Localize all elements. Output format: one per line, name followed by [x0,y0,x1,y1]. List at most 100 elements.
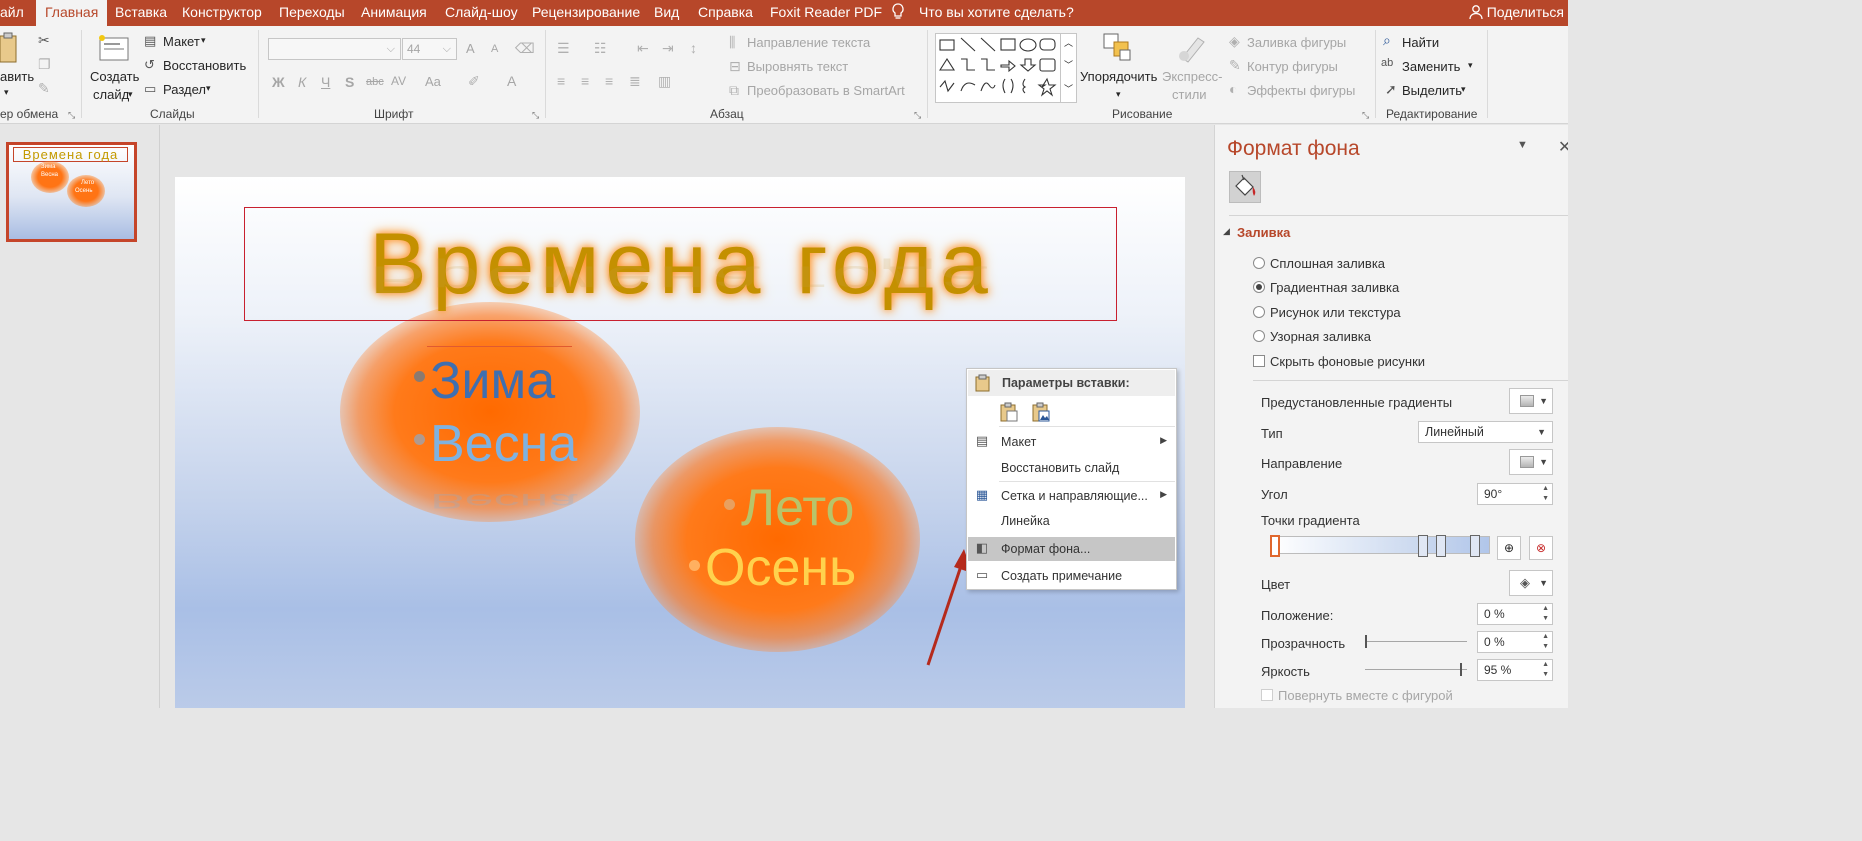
menu-item-format-background[interactable]: ◧ Формат фона... [968,537,1175,561]
paste-picture-icon[interactable] [1031,401,1051,423]
italic-button[interactable]: К [298,74,306,90]
cut-icon[interactable]: ✂ [38,32,50,49]
tab-foxit[interactable]: Foxit Reader PDF [770,0,882,26]
font-color-button[interactable]: A [507,73,516,89]
copy-icon[interactable]: ❐ [38,56,51,73]
spinner-arrows-icon[interactable]: ▲ ▼ [1542,632,1549,652]
slider-knob[interactable] [1460,663,1462,676]
drawing-launcher-icon[interactable]: ⤡ [1362,110,1369,121]
quick-styles-button[interactable]: Экспресс- стили [1160,32,1226,104]
font-size-combo[interactable]: 44 ⌵ [402,38,457,60]
tab-insert[interactable]: Вставка [115,0,167,26]
align-text-button[interactable]: Выровнять текст [747,59,848,74]
font-name-combo[interactable]: ⌵ [268,38,401,60]
paste-button[interactable]: авить ▾ [0,32,34,102]
radio-button[interactable] [1253,330,1265,342]
layout-button[interactable]: ▤ Макет ▾ [144,33,214,52]
share-button[interactable]: Поделиться [1469,0,1564,26]
bullets-icon[interactable]: ☰ [557,40,570,57]
add-gradient-stop-icon[interactable]: ⊕ [1497,536,1521,560]
type-select[interactable]: Линейный ▼ [1418,421,1553,443]
tab-home[interactable]: Главная [36,0,108,26]
bullet-osen[interactable]: Осень [705,540,856,596]
increase-indent-icon[interactable]: ⇥ [662,40,674,57]
font-launcher-icon[interactable]: ⤡ [532,110,539,121]
gallery-scroll[interactable]: ︿ ﹀ ﹀ [1060,34,1076,102]
chevron-up-icon[interactable]: ︿ [1064,36,1073,49]
tab-slideshow[interactable]: Слайд-шоу [445,0,518,26]
color-button[interactable]: ◈ ▼ [1509,570,1553,596]
radio-button-selected[interactable] [1253,281,1265,293]
align-left-icon[interactable]: ≡ [557,73,565,89]
reset-button[interactable]: ↺ Восстановить [144,57,249,76]
close-icon[interactable]: ✕ [1558,137,1568,157]
tab-view[interactable]: Вид [654,0,679,26]
gradient-stop-selected[interactable] [1270,535,1280,557]
checkbox[interactable] [1253,355,1265,367]
gallery-more-icon[interactable]: ﹀ [1064,82,1073,95]
bullet-leto[interactable]: Лето [741,480,854,536]
radio-button[interactable] [1253,257,1265,269]
section-button[interactable]: ▭ Раздел ▾ [144,81,219,100]
bullet-zima[interactable]: Зима [430,353,555,409]
tab-animations[interactable]: Анимация [361,0,427,26]
angle-spinner[interactable]: 90° ▲ ▼ [1477,483,1553,505]
shrink-font-icon[interactable]: A [491,43,498,55]
tell-me-box[interactable]: Что вы хотите сделать? [890,0,1074,26]
checkbox[interactable] [1261,689,1273,701]
bold-button[interactable]: Ж [272,74,285,90]
menu-item-grid-guides[interactable]: ▦ Сетка и направляющие... ▶ [968,484,1175,508]
shape-effects-button[interactable]: Эффекты фигуры [1247,83,1355,98]
brightness-spinner[interactable]: 95 % ▲ ▼ [1477,659,1553,681]
text-shadow-button[interactable]: S [345,74,354,90]
direction-button[interactable]: ▼ [1509,449,1553,475]
position-spinner[interactable]: 0 % ▲ ▼ [1477,603,1553,625]
spinner-arrows-icon[interactable]: ▲ ▼ [1542,660,1549,680]
find-button[interactable]: Найти [1402,35,1439,50]
menu-item-new-comment[interactable]: ▭ Создать примечание [968,564,1175,588]
char-spacing-button[interactable]: AV [391,74,406,88]
paste-keep-formatting-icon[interactable] [999,401,1019,423]
arrange-button[interactable]: Упорядочить ▾ [1080,32,1160,104]
grow-font-icon[interactable]: A [466,41,475,56]
text-direction-button[interactable]: Направление текста [747,35,870,50]
highlight-icon[interactable]: ✐ [468,73,480,90]
menu-item-ruler[interactable]: Линейка [968,509,1175,533]
replace-button[interactable]: Заменить [1402,59,1460,74]
gradient-stops-bar[interactable] [1270,535,1490,557]
transparency-slider[interactable] [1365,635,1467,648]
shape-fill-button[interactable]: Заливка фигуры [1247,35,1346,50]
menu-item-layout[interactable]: ▤ Макет ▶ [968,430,1175,454]
line-spacing-icon[interactable]: ↕ [690,40,697,56]
gradient-stop[interactable] [1470,535,1480,557]
transparency-spinner[interactable]: 0 % ▲ ▼ [1477,631,1553,653]
spinner-arrows-icon[interactable]: ▲ ▼ [1542,484,1549,504]
chevron-down-icon[interactable]: ﹀ [1064,58,1073,71]
clear-format-icon[interactable]: ⌫ [515,40,535,57]
numbering-icon[interactable]: ☷ [594,40,607,57]
underline-button[interactable]: Ч [321,74,330,90]
shapes-gallery[interactable]: ︿ ﹀ ﹀ [935,33,1077,103]
remove-gradient-stop-icon[interactable]: ⊗ [1529,536,1553,560]
select-button[interactable]: Выделить [1402,83,1462,98]
shape-outline-button[interactable]: Контур фигуры [1247,59,1338,74]
paragraph-launcher-icon[interactable]: ⤡ [914,110,921,121]
justify-icon[interactable]: ≣ [629,73,641,90]
tab-file[interactable]: айл [0,0,24,26]
tab-design[interactable]: Конструктор [182,0,262,26]
smartart-button[interactable]: Преобразовать в SmartArt [747,83,905,98]
collapse-triangle-icon[interactable]: ◢ [1223,226,1230,237]
slide-thumbnail-1[interactable]: Времена года Зима Весна Лето Осень [6,142,137,242]
decrease-indent-icon[interactable]: ⇤ [637,40,649,57]
fill-tab-button[interactable] [1229,171,1261,203]
columns-icon[interactable]: ▥ [658,73,671,90]
strikethrough-button[interactable]: abc [366,76,384,88]
fill-section-header[interactable]: Заливка [1237,225,1290,240]
menu-item-reset-slide[interactable]: Восстановить слайд [968,456,1175,480]
preset-gradients-button[interactable]: ▼ [1509,388,1553,414]
change-case-button[interactable]: Aa [425,74,441,89]
pane-options-dropdown-icon[interactable]: ▼ [1517,139,1528,151]
tab-help[interactable]: Справка [698,0,753,26]
align-right-icon[interactable]: ≡ [605,73,613,89]
tab-review[interactable]: Рецензирование [532,0,640,26]
